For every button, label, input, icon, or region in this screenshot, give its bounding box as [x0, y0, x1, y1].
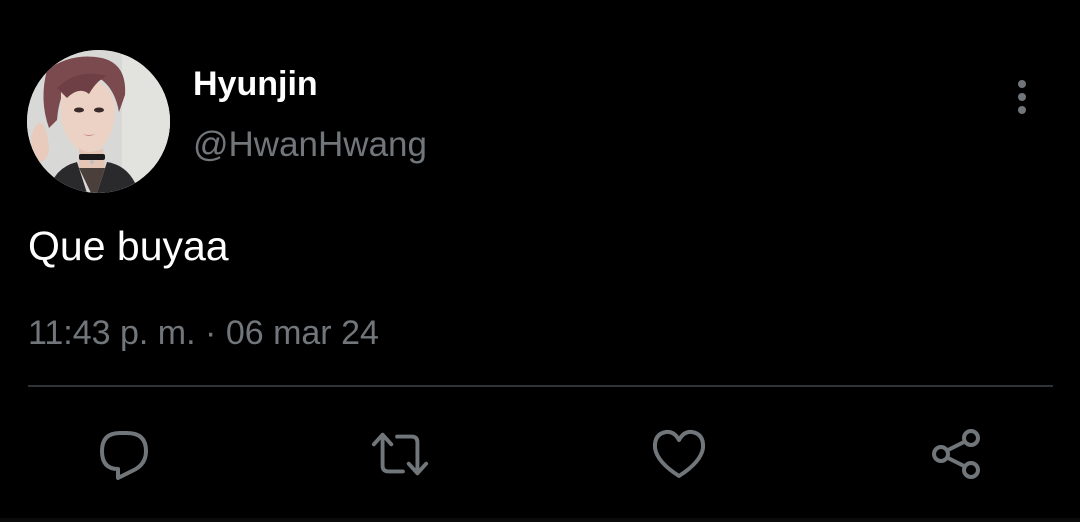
tweet-timestamp: 11:43 p. m. · 06 mar 24	[28, 312, 379, 354]
tweet-text: Que buyaa	[28, 223, 229, 269]
tweet-detail: Hyunjin @HwanHwang Que buyaa 11:43 p. m.…	[0, 0, 1080, 522]
tweet-date: 06 mar 24	[225, 314, 379, 352]
retweet-icon	[371, 432, 429, 476]
avatar[interactable]	[27, 50, 170, 193]
reply-button[interactable]	[94, 424, 154, 484]
reply-icon	[100, 431, 148, 480]
share-button[interactable]	[926, 424, 986, 484]
user-handle[interactable]: @HwanHwang	[193, 124, 427, 166]
heart-icon	[652, 429, 706, 478]
more-options-icon	[1018, 80, 1026, 114]
share-icon	[932, 429, 980, 479]
bottom-edge	[0, 518, 1080, 522]
tweet-time: 11:43 p. m.	[28, 314, 196, 352]
divider	[28, 385, 1053, 387]
display-name[interactable]: Hyunjin	[193, 64, 318, 104]
more-options-button[interactable]	[1005, 78, 1039, 118]
meta-separator: ·	[205, 314, 217, 352]
retweet-button[interactable]	[370, 424, 430, 484]
avatar-image	[27, 50, 170, 193]
like-button[interactable]	[649, 424, 709, 484]
